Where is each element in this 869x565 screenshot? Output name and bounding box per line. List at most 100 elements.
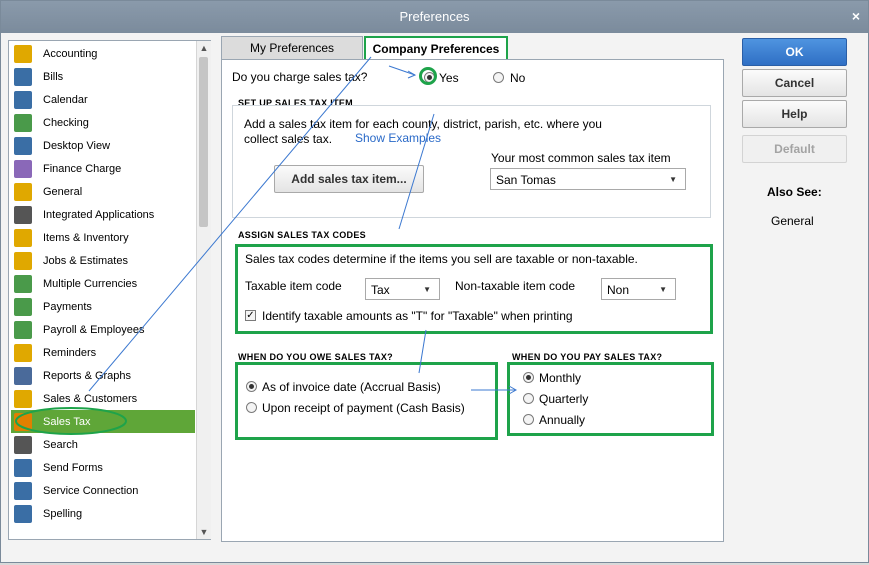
sidebar-item-sales-tax[interactable]: Sales Tax [11, 410, 195, 433]
sidebar-item-general[interactable]: General [11, 180, 195, 203]
show-examples-link[interactable]: Show Examples [355, 131, 441, 145]
common-item-select[interactable]: San Tomas ▼ [490, 168, 686, 190]
sidebar-item-label: Finance Charge [43, 162, 122, 175]
sidebar-item-bills[interactable]: Bills [11, 65, 195, 88]
charge-no-label[interactable]: No [510, 71, 525, 85]
charge-yes-label[interactable]: Yes [439, 71, 459, 85]
sidebar-item-reports-graphs[interactable]: Reports & Graphs [11, 364, 195, 387]
send-forms-icon [14, 458, 32, 477]
add-sales-tax-item-button[interactable]: Add sales tax item... [274, 165, 424, 193]
monthly-radio[interactable] [523, 372, 534, 383]
accrual-basis-label[interactable]: As of invoice date (Accrual Basis) [262, 380, 441, 394]
jobs-estimates-icon [14, 251, 32, 270]
preferences-category-list: Accounting Bills Calendar Checking Desktop V… [8, 40, 211, 540]
tab-my-preferences[interactable]: My Preferences [221, 36, 363, 60]
common-item-label: Your most common sales tax item [491, 151, 671, 165]
sidebar-item-spelling[interactable]: Spelling [11, 502, 195, 525]
window-title: Preferences [399, 9, 470, 24]
sidebar-item-label: General [43, 185, 83, 198]
reports-graphs-icon [14, 366, 32, 385]
ok-button[interactable]: OK [742, 38, 847, 66]
default-button[interactable]: Default [742, 135, 847, 163]
sidebar-item-reminders[interactable]: Reminders [11, 341, 195, 364]
sidebar-item-label: Send Forms [43, 461, 103, 474]
payroll-employees-icon [14, 320, 32, 339]
sidebar-item-integrated-applications[interactable]: Integrated Applications [11, 203, 195, 226]
desktop-view-icon [14, 136, 32, 155]
scroll-up-icon[interactable]: ▲ [197, 41, 211, 55]
sidebar-item-accounting[interactable]: Accounting [11, 42, 195, 65]
sidebar-item-label: Checking [43, 116, 89, 129]
sidebar-item-multiple-currencies[interactable]: Multiple Currencies [11, 272, 195, 295]
sidebar-item-label: Integrated Applications [43, 208, 155, 221]
items-inventory-icon [14, 228, 32, 247]
annually-radio[interactable] [523, 414, 534, 425]
sidebar-item-payments[interactable]: Payments [11, 295, 195, 318]
multiple-currencies-icon [14, 274, 32, 293]
cash-basis-radio[interactable] [246, 402, 257, 413]
sales-tax-icon [14, 412, 32, 431]
accrual-basis-radio[interactable] [246, 381, 257, 392]
sales-customers-icon [14, 389, 32, 408]
close-icon[interactable]: × [852, 8, 860, 24]
nontaxable-code-select[interactable]: Non ▼ [601, 278, 676, 300]
sidebar-item-finance-charge[interactable]: Finance Charge [11, 157, 195, 180]
finance-charge-icon [14, 159, 32, 178]
chevron-down-icon: ▼ [423, 285, 431, 294]
sidebar-item-label: Accounting [43, 47, 98, 60]
codes-description: Sales tax codes determine if the items y… [245, 252, 638, 266]
monthly-label[interactable]: Monthly [539, 371, 581, 385]
codes-heading: ASSIGN SALES TAX CODES [238, 230, 366, 240]
accounting-icon [14, 44, 32, 63]
sidebar-item-label: Calendar [43, 93, 88, 106]
sidebar-item-search[interactable]: Search [11, 433, 195, 456]
sidebar-item-payroll-employees[interactable]: Payroll & Employees [11, 318, 195, 341]
nontaxable-code-label: Non-taxable item code [455, 279, 576, 293]
quarterly-label[interactable]: Quarterly [539, 392, 588, 406]
identify-taxable-checkbox[interactable]: ✓ [245, 310, 256, 321]
quarterly-radio[interactable] [523, 393, 534, 404]
sidebar-item-label: Payroll & Employees [43, 323, 145, 336]
integrated-apps-icon [14, 205, 32, 224]
sidebar-item-label: Desktop View [43, 139, 111, 152]
yes-highlight-ring [419, 67, 437, 85]
taxable-code-select[interactable]: Tax ▼ [365, 278, 440, 300]
sidebar-item-jobs-estimates[interactable]: Jobs & Estimates [11, 249, 195, 272]
sidebar-scrollbar[interactable]: ▲ ▼ [196, 41, 211, 539]
identify-taxable-label[interactable]: Identify taxable amounts as "T" for "Tax… [262, 309, 573, 323]
pay-heading: WHEN DO YOU PAY SALES TAX? [512, 352, 663, 362]
sidebar-item-label: Service Connection [43, 484, 139, 497]
checking-icon [14, 113, 32, 132]
scroll-thumb[interactable] [199, 57, 208, 227]
title-bar: Preferences × [1, 1, 868, 33]
chevron-down-icon: ▼ [659, 285, 667, 294]
service-connection-icon [14, 481, 32, 500]
search-icon [14, 435, 32, 454]
sidebar-item-label: Items & Inventory [43, 231, 129, 244]
setup-line-2: collect sales tax. [244, 132, 333, 146]
setup-line-1: Add a sales tax item for each county, di… [244, 117, 602, 131]
taxable-code-label: Taxable item code [245, 279, 342, 293]
nontaxable-code-value: Non [607, 283, 630, 297]
bills-icon [14, 67, 32, 86]
also-see-general-link[interactable]: General [771, 214, 814, 228]
sidebar-item-service-connection[interactable]: Service Connection [11, 479, 195, 502]
sidebar-item-checking[interactable]: Checking [11, 111, 195, 134]
sidebar-item-label: Sales & Customers [43, 392, 138, 405]
scroll-down-icon[interactable]: ▼ [197, 525, 211, 539]
help-button[interactable]: Help [742, 100, 847, 128]
common-item-value: San Tomas [496, 173, 556, 187]
cash-basis-label[interactable]: Upon receipt of payment (Cash Basis) [262, 401, 465, 415]
sidebar-item-send-forms[interactable]: Send Forms [11, 456, 195, 479]
sidebar-item-sales-customers[interactable]: Sales & Customers [11, 387, 195, 410]
sidebar-item-items-inventory[interactable]: Items & Inventory [11, 226, 195, 249]
sidebar-item-label: Bills [43, 70, 64, 83]
sidebar-item-calendar[interactable]: Calendar [11, 88, 195, 111]
sidebar-item-desktop-view[interactable]: Desktop View [11, 134, 195, 157]
sidebar-item-label: Payments [43, 300, 92, 313]
charge-no-radio[interactable] [493, 72, 504, 83]
annually-label[interactable]: Annually [539, 413, 585, 427]
sidebar-item-label: Jobs & Estimates [43, 254, 128, 267]
sidebar-item-label: Reminders [43, 346, 97, 359]
cancel-button[interactable]: Cancel [742, 69, 847, 97]
